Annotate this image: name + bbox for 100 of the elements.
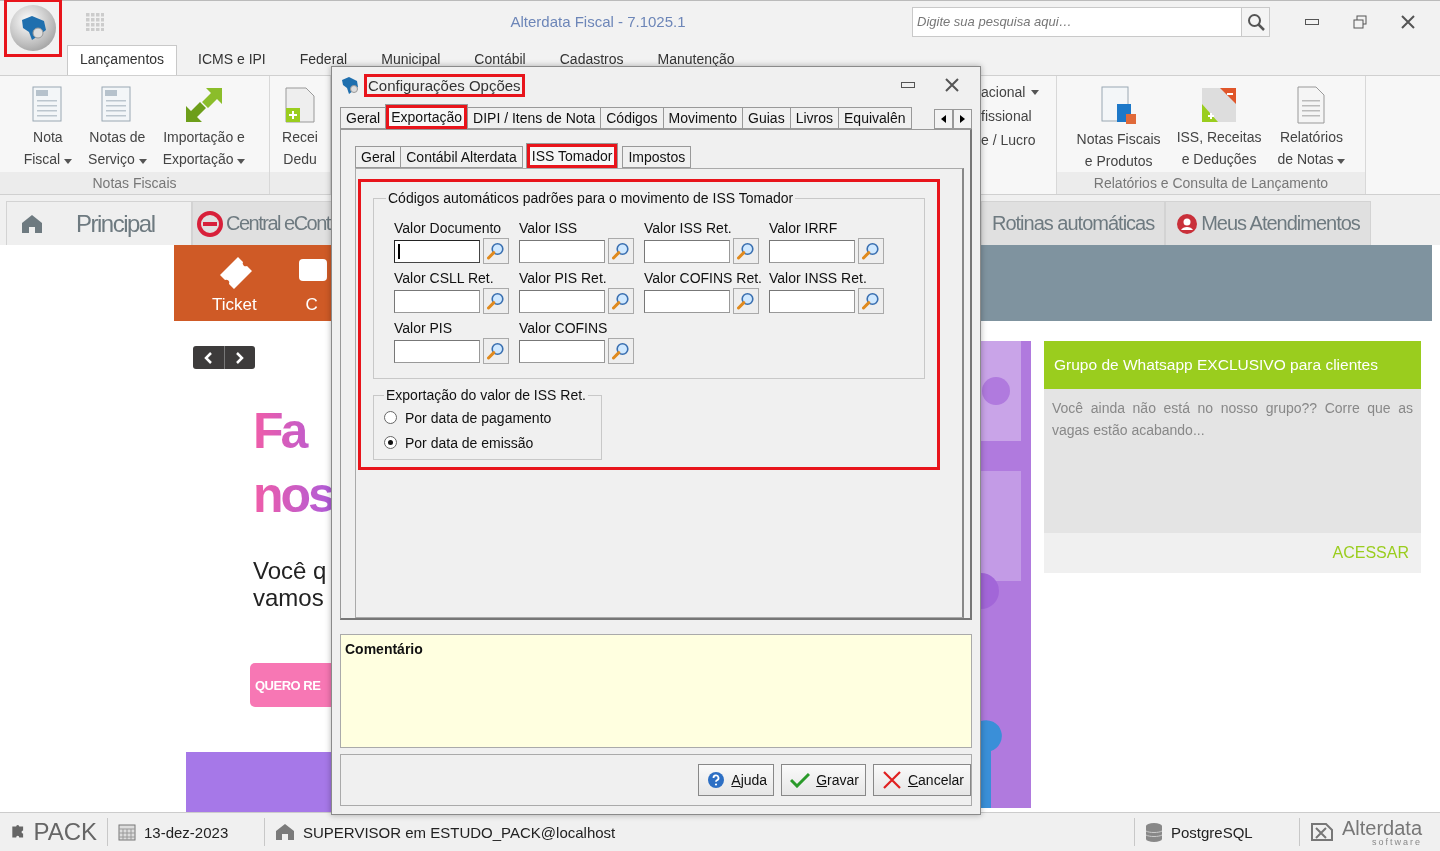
restore-icon	[1353, 14, 1367, 29]
promo-text: Você q vamos	[253, 557, 328, 611]
radio-option[interactable]: Por data de emissão	[384, 430, 601, 455]
field-label: Valor COFINS	[519, 320, 609, 338]
ribbon-button[interactable]: Nota Fiscal	[17, 84, 79, 172]
dialog-tab[interactable]: Exportação	[385, 104, 469, 129]
minimize-icon	[901, 81, 915, 89]
scroll-right-button[interactable]	[953, 109, 972, 129]
status-database: PostgreSQL	[1171, 823, 1253, 841]
radio-button[interactable]	[384, 411, 397, 424]
ribbon-button[interactable]: Recei Dedu	[276, 84, 324, 172]
home-icon	[21, 213, 43, 234]
ribbon-tab[interactable]: Lançamentos	[67, 45, 178, 75]
code-field[interactable]	[519, 289, 605, 313]
code-field[interactable]	[519, 339, 605, 363]
shortcut-button[interactable]: Ticket	[212, 253, 257, 321]
ribbon-button[interactable]: Relatórios de Notas	[1271, 84, 1352, 172]
card-title: Grupo de Whatsapp EXCLUSIVO para clientes	[1044, 341, 1421, 389]
window-title: Alterdata Fiscal - 7.1025.1	[509, 13, 687, 30]
search-icon	[612, 342, 630, 360]
search-icon	[737, 242, 755, 260]
subtab[interactable]: Impostos	[622, 146, 692, 168]
search-icon	[487, 292, 505, 310]
brand-subtitle: software	[1372, 837, 1423, 847]
document-plus-icon	[282, 86, 318, 124]
subtab[interactable]: Contábil Alterdata	[400, 146, 523, 168]
dialog-title: Configurações Opções	[364, 73, 525, 97]
dialog-tab[interactable]: Equivalên	[838, 107, 912, 129]
dialog-tab[interactable]: Códigos	[600, 107, 664, 129]
lookup-button[interactable]	[733, 238, 759, 264]
lookup-button[interactable]	[483, 288, 509, 314]
chevron-right-icon	[235, 351, 244, 364]
subtab[interactable]: Geral	[355, 146, 402, 168]
search-icon	[487, 242, 505, 260]
code-field[interactable]	[519, 239, 605, 263]
search-icon	[487, 342, 505, 360]
map-icon	[340, 76, 360, 94]
search-button[interactable]	[1242, 6, 1270, 37]
ribbon-button[interactable]: Notas Fiscais e Produtos	[1070, 84, 1167, 172]
group-title: Exportação do valor de ISS Ret.	[385, 387, 587, 403]
status-user: SUPERVISOR em ESTUDO_PACK@localhost	[303, 823, 616, 841]
help-icon	[707, 771, 726, 789]
shortcut-button[interactable]: C	[296, 253, 327, 321]
comment-field[interactable]: Comentário	[340, 634, 972, 748]
close-icon	[945, 78, 959, 92]
ribbon-tab[interactable]: ICMS e IPI	[185, 45, 279, 75]
lookup-button[interactable]	[483, 338, 509, 364]
ribbon-menu-item[interactable]: fissional	[981, 108, 1056, 124]
code-field[interactable]	[394, 289, 480, 313]
field-label: Valor ISS	[519, 220, 579, 238]
field-label: Valor INSS Ret.	[769, 270, 868, 288]
dialog-button[interactable]: Cancelar	[872, 764, 971, 796]
lookup-button[interactable]	[608, 238, 634, 264]
search-icon	[862, 242, 880, 260]
ribbon-button[interactable]: Importação e Exportação	[156, 84, 252, 172]
field-label: Valor PIS Ret.	[519, 270, 608, 288]
app-logo[interactable]	[10, 4, 56, 51]
search-icon	[612, 242, 630, 260]
lookup-button[interactable]	[483, 238, 509, 264]
page-tab[interactable]: Principal	[6, 201, 192, 245]
ribbon-menu-item[interactable]: acional	[981, 84, 1056, 100]
dialog-tab[interactable]: Livros	[789, 107, 839, 129]
field-label: Valor CSLL Ret.	[394, 270, 495, 288]
code-field[interactable]	[394, 239, 480, 263]
subtab[interactable]: ISS Tomador	[525, 143, 619, 168]
arrows-icon	[184, 86, 224, 124]
code-field[interactable]	[769, 289, 855, 313]
field-label: Valor COFINS Ret.	[644, 270, 763, 288]
search-icon	[612, 292, 630, 310]
code-field[interactable]	[644, 239, 730, 263]
lookup-button[interactable]	[858, 288, 884, 314]
code-field[interactable]	[769, 239, 855, 263]
chevron-left-icon	[204, 351, 213, 364]
close-icon	[1401, 14, 1415, 29]
dialog-tab[interactable]: Geral	[340, 107, 387, 129]
minimize-icon	[1305, 17, 1319, 26]
triangle-right-icon	[960, 115, 965, 123]
ribbon-tab[interactable]: Federal	[286, 45, 361, 75]
code-field[interactable]	[394, 339, 480, 363]
dialog-tab[interactable]: Movimento	[662, 107, 744, 129]
search-field[interactable]: Digite sua pesquisa aqui…	[912, 6, 1242, 37]
lookup-button[interactable]	[608, 288, 634, 314]
lookup-button[interactable]	[858, 238, 884, 264]
code-field[interactable]	[644, 289, 730, 313]
brand-name: Alterdata	[1342, 817, 1423, 838]
dialog-button[interactable]: Gravar	[781, 764, 866, 796]
ribbon-menu-item[interactable]: e / Lucro	[981, 132, 1056, 148]
ribbon-button[interactable]: Notas de Serviço	[82, 84, 153, 172]
status-date: 13-dez-2023	[144, 823, 229, 841]
dialog-tab[interactable]: DIPI / Itens de Nota	[467, 107, 602, 129]
radio-option[interactable]: Por data de pagamento	[384, 405, 601, 430]
ribbon-button[interactable]: ISS, Receitas e Deduções	[1170, 84, 1268, 172]
field-label: Valor PIS	[394, 320, 454, 338]
product-name: PACK	[33, 818, 97, 846]
dialog-button[interactable]: Ajuda	[698, 764, 775, 796]
lookup-button[interactable]	[733, 288, 759, 314]
lookup-button[interactable]	[608, 338, 634, 364]
scroll-left-button[interactable]	[934, 109, 953, 129]
radio-button[interactable]	[384, 436, 397, 449]
dialog-tab[interactable]: Guias	[742, 107, 791, 129]
